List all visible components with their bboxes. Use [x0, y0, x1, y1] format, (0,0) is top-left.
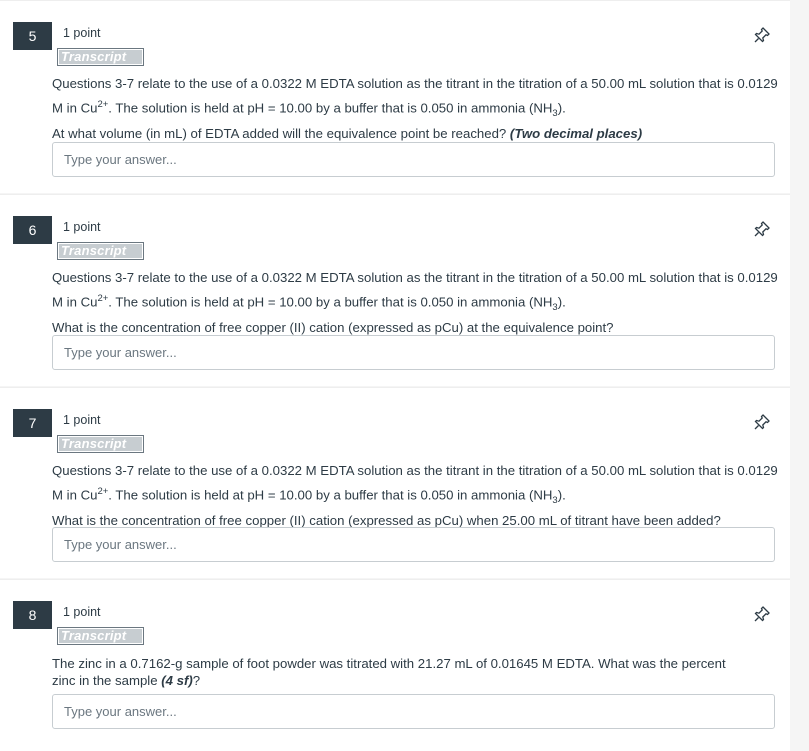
transcript-button[interactable]: Transcript — [57, 242, 144, 260]
question-card-6: 6 1 point Transcript Questions 3-7 relat… — [0, 194, 790, 386]
pin-icon[interactable] — [752, 412, 772, 432]
answer-input[interactable] — [52, 335, 775, 370]
answer-input[interactable] — [52, 527, 775, 562]
transcript-button[interactable]: Transcript — [57, 627, 144, 645]
question-number: 7 — [13, 409, 52, 437]
question-points: 1 point — [63, 220, 101, 234]
question-points: 1 point — [63, 413, 101, 427]
question-card-5: 5 1 point Transcript Questions 3-7 relat… — [0, 0, 790, 193]
question-text: Questions 3-7 relate to the use of a 0.0… — [52, 270, 778, 336]
question-number: 8 — [13, 601, 52, 629]
question-text: The zinc in a 0.7162-g sample of foot po… — [52, 656, 726, 688]
question-card-7: 7 1 point Transcript Questions 3-7 relat… — [0, 387, 790, 578]
question-text: Questions 3-7 relate to the use of a 0.0… — [52, 463, 778, 529]
transcript-button[interactable]: Transcript — [57, 48, 144, 66]
pin-icon[interactable] — [752, 219, 772, 239]
question-text: Questions 3-7 relate to the use of a 0.0… — [52, 76, 778, 142]
answer-input[interactable] — [52, 142, 775, 177]
question-points: 1 point — [63, 605, 101, 619]
question-points: 1 point — [63, 26, 101, 40]
pin-icon[interactable] — [752, 604, 772, 624]
question-card-8: 8 1 point Transcript The zinc in a 0.716… — [0, 579, 790, 751]
question-number: 6 — [13, 216, 52, 244]
answer-input[interactable] — [52, 694, 775, 729]
transcript-button[interactable]: Transcript — [57, 435, 144, 453]
pin-icon[interactable] — [752, 25, 772, 45]
question-number: 5 — [13, 22, 52, 50]
